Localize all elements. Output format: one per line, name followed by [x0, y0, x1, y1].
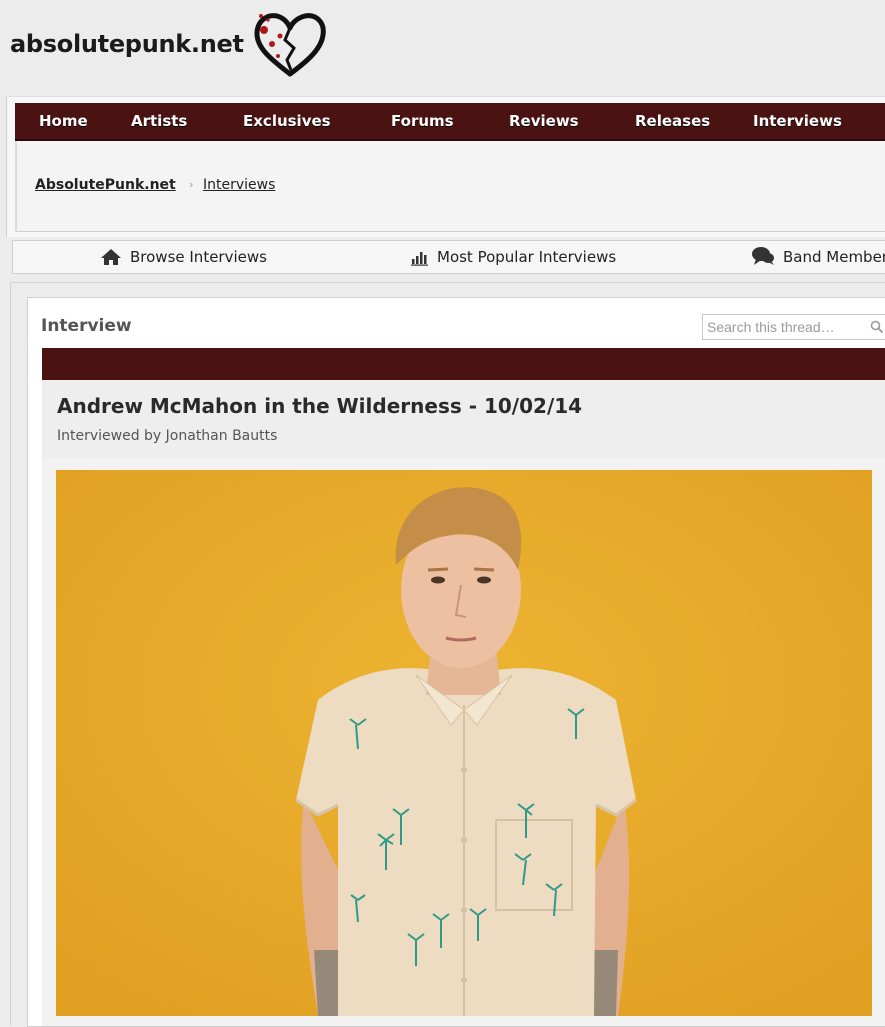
section-title: Interview — [41, 316, 132, 336]
most-popular-interviews-link[interactable]: Most Popular Interviews — [411, 241, 616, 273]
article-header-band — [42, 348, 885, 380]
interview-panel: Interview Andrew McMahon in the Wilderne… — [27, 297, 885, 1027]
broken-heart-icon[interactable] — [250, 8, 330, 80]
nav-artists[interactable]: Artists — [131, 103, 187, 139]
portrait-illustration — [56, 470, 872, 1016]
band-member-link[interactable]: Band Member — [751, 241, 885, 273]
chat-bubbles-icon — [752, 247, 774, 265]
nav-exclusives[interactable]: Exclusives — [243, 103, 331, 139]
article-photo — [56, 470, 872, 1016]
search-thread-input[interactable] — [703, 315, 871, 339]
nav-home[interactable]: Home — [39, 103, 88, 139]
home-icon — [101, 249, 121, 265]
nav-forums[interactable]: Forums — [391, 103, 454, 139]
article-byline: Interviewed by Jonathan Bautts — [57, 428, 278, 444]
nav-releases[interactable]: Releases — [635, 103, 710, 139]
interviews-subnav: Browse Interviews Most Popular Interview… — [12, 240, 885, 274]
browse-interviews-label: Browse Interviews — [130, 248, 267, 266]
content-area: Interview Andrew McMahon in the Wilderne… — [10, 282, 885, 1027]
main-nav: Home Artists Exclusives Forums Reviews R… — [15, 103, 885, 141]
breadcrumb-interviews-link[interactable]: Interviews — [203, 177, 275, 193]
band-member-label: Band Member — [783, 248, 885, 266]
article-body — [42, 458, 885, 1026]
most-popular-interviews-label: Most Popular Interviews — [437, 248, 617, 266]
browse-interviews-link[interactable]: Browse Interviews — [100, 241, 267, 273]
search-thread-box — [702, 314, 885, 340]
bar-chart-icon — [411, 252, 428, 266]
site-logo-text[interactable]: absolutepunk.net — [10, 30, 244, 58]
article-title: Andrew McMahon in the Wilderness - 10/02… — [57, 394, 583, 418]
article-header: Andrew McMahon in the Wilderness - 10/02… — [42, 380, 885, 458]
nav-interviews[interactable]: Interviews — [753, 103, 842, 139]
site-header: absolutepunk.net — [0, 0, 885, 92]
breadcrumb-home-link[interactable]: AbsolutePunk.net — [35, 177, 176, 193]
navigation-wrapper: Home Artists Exclusives Forums Reviews R… — [6, 96, 885, 237]
breadcrumb: AbsolutePunk.net › Interviews — [15, 141, 885, 232]
search-icon[interactable] — [870, 320, 884, 334]
breadcrumb-separator: › — [189, 178, 194, 191]
nav-reviews[interactable]: Reviews — [509, 103, 579, 139]
